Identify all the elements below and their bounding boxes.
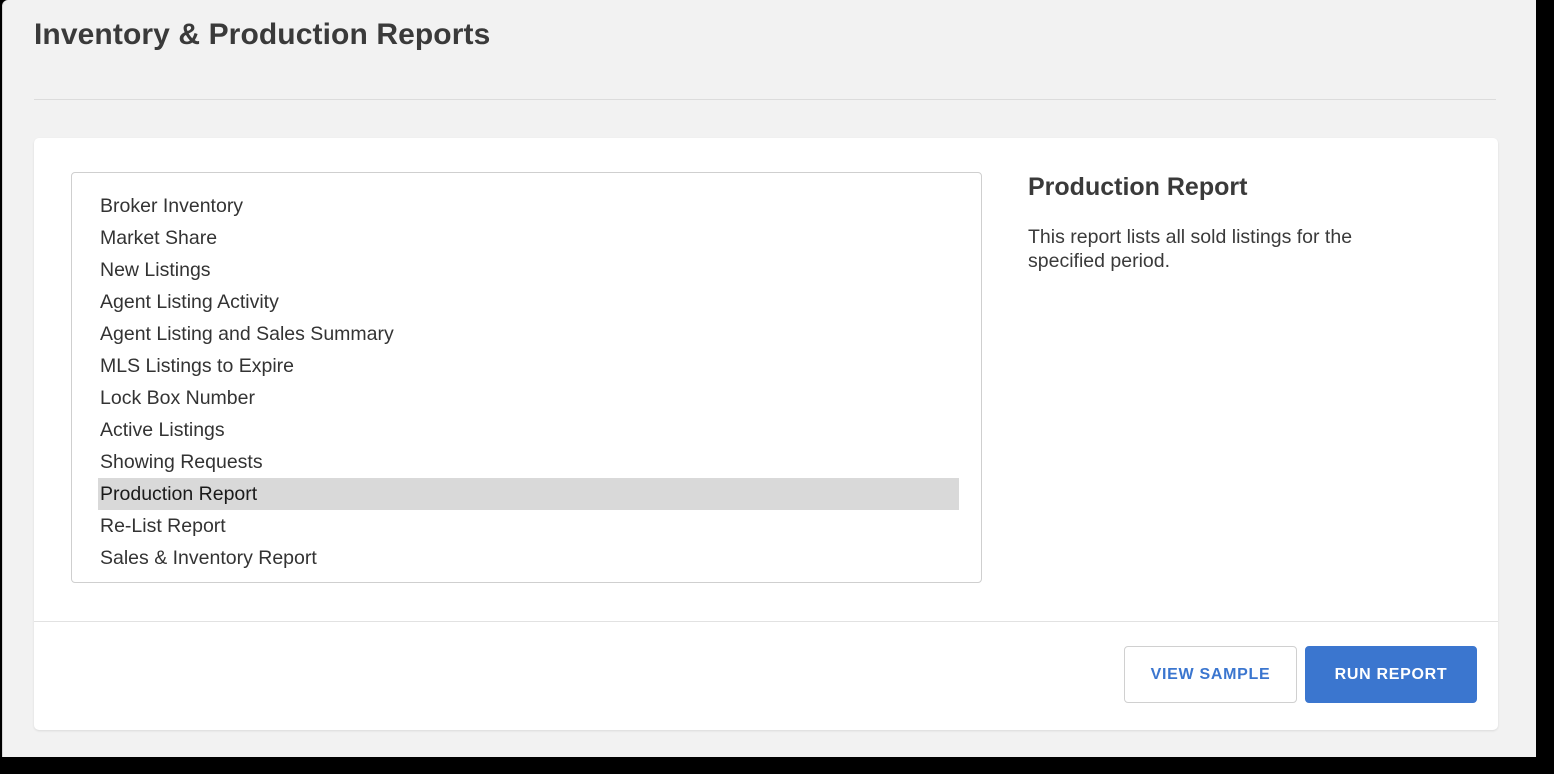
- run-report-button[interactable]: RUN REPORT: [1305, 646, 1477, 703]
- page-surface: Inventory & Production Reports Broker In…: [2, 0, 1536, 757]
- report-type-listbox[interactable]: Broker Inventory Market Share New Listings…: [71, 172, 982, 583]
- page-title: Inventory & Production Reports: [34, 18, 491, 51]
- reports-card: Broker Inventory Market Share New Listings…: [34, 138, 1498, 730]
- report-list-item[interactable]: Agent Listing Activity: [98, 286, 959, 318]
- report-list-item[interactable]: Production Report: [98, 478, 959, 510]
- report-list-item[interactable]: Sales & Inventory Report: [98, 542, 959, 574]
- view-sample-button[interactable]: VIEW SAMPLE: [1124, 646, 1297, 703]
- report-detail-title: Production Report: [1028, 173, 1248, 201]
- report-list-item[interactable]: Agent Listing and Sales Summary: [98, 318, 959, 350]
- footer-actions: VIEW SAMPLE RUN REPORT: [1124, 646, 1477, 703]
- report-list-item[interactable]: Broker Inventory: [98, 190, 959, 222]
- report-list-item[interactable]: Market Share: [98, 222, 959, 254]
- report-list-item[interactable]: Lock Box Number: [98, 382, 959, 414]
- report-list: Broker Inventory Market Share New Listings…: [72, 190, 981, 574]
- report-list-item[interactable]: Showing Requests: [98, 446, 959, 478]
- window-frame-right: [1536, 0, 1554, 774]
- report-list-item[interactable]: Re-List Report: [98, 510, 959, 542]
- report-list-item[interactable]: New Listings: [98, 254, 959, 286]
- report-list-item[interactable]: MLS Listings to Expire: [98, 350, 959, 382]
- window-frame-left: [0, 0, 2, 774]
- header-divider: [34, 99, 1496, 100]
- report-list-item[interactable]: Active Listings: [98, 414, 959, 446]
- report-detail-description: This report lists all sold listings for …: [1028, 226, 1353, 272]
- card-body: Broker Inventory Market Share New Listings…: [34, 138, 1498, 621]
- screen: Inventory & Production Reports Broker In…: [0, 0, 1554, 774]
- window-frame-bottom: [0, 757, 1554, 774]
- card-footer: VIEW SAMPLE RUN REPORT: [34, 621, 1498, 730]
- report-detail-panel: Production Report This report lists all …: [1028, 172, 1468, 273]
